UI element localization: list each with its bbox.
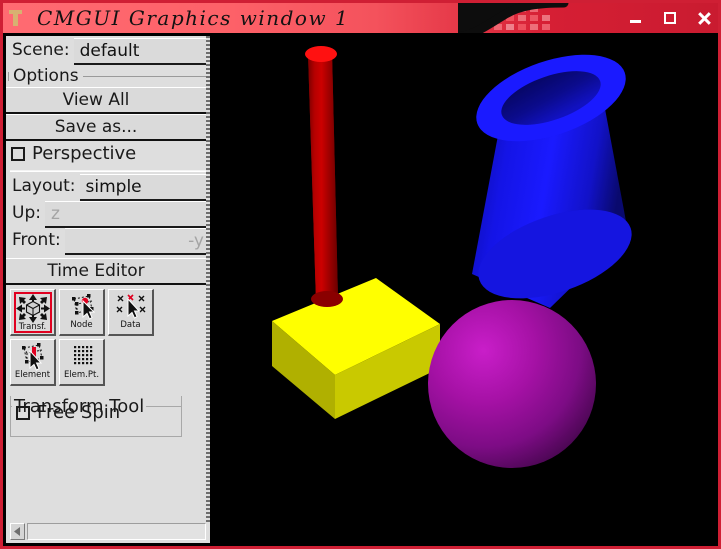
element-tool-button[interactable]: Element xyxy=(10,339,56,386)
perspective-label: Perspective xyxy=(32,143,137,164)
up-row: Up: z xyxy=(6,201,210,228)
tool-row-1: Transf. Node Data xyxy=(10,289,210,336)
node-tool-label: Node xyxy=(70,320,93,330)
graphics-canvas[interactable] xyxy=(210,36,715,543)
transform-tool-group-label: Transform Tool xyxy=(14,396,145,417)
window-title: CMGUI Graphics window 1 xyxy=(37,6,350,30)
perspective-checkbox-row[interactable]: Perspective xyxy=(6,141,210,167)
up-field[interactable]: z xyxy=(44,201,210,228)
scroll-left-arrow-icon[interactable] xyxy=(10,522,25,540)
sphere-object xyxy=(428,300,596,468)
up-label: Up: xyxy=(12,203,41,223)
transform-tool-group: Free Spin Transform Tool xyxy=(10,396,182,437)
layout-row: Layout: simple xyxy=(6,174,210,201)
control-panel: Scene: default Options View All Save as.… xyxy=(6,36,210,543)
tool-palette: Transf. Node Data Element Elem.Pt. xyxy=(6,285,210,386)
transform-icon xyxy=(15,294,50,323)
element-point-tool-button[interactable]: Elem.Pt. xyxy=(59,339,105,386)
perspective-checkbox[interactable] xyxy=(11,147,25,161)
scene-row: Scene: default xyxy=(6,36,210,65)
node-tool-button[interactable]: Node xyxy=(59,289,105,336)
time-editor-button[interactable]: Time Editor xyxy=(6,258,210,285)
view-all-button[interactable]: View All xyxy=(6,87,210,114)
transform-tool-label: Transf. xyxy=(18,322,47,332)
minimize-icon[interactable] xyxy=(628,10,644,26)
app-icon xyxy=(9,10,22,26)
tool-row-2: Element Elem.Pt. xyxy=(10,339,210,386)
element-point-grid-icon xyxy=(65,342,99,371)
transform-tool-button[interactable]: Transf. xyxy=(10,289,56,336)
title-bar: CMGUI Graphics window 1 xyxy=(3,3,718,33)
element-point-tool-label: Elem.Pt. xyxy=(63,370,100,380)
front-field[interactable]: -y xyxy=(64,228,210,255)
horizontal-scrollbar[interactable] xyxy=(6,522,210,543)
element-tool-label: Element xyxy=(14,370,51,380)
maximize-icon[interactable] xyxy=(662,10,678,26)
window-controls xyxy=(628,3,712,33)
options-group-text: Options xyxy=(13,66,79,86)
scene-field[interactable]: default xyxy=(73,38,210,65)
data-tool-label: Data xyxy=(120,320,141,330)
front-row: Front: -y xyxy=(6,228,210,255)
titlebar-decoration xyxy=(458,3,618,33)
scene-label: Scene: xyxy=(12,40,70,60)
control-panel-scroll-area: Scene: default Options View All Save as.… xyxy=(6,36,210,522)
data-cursor-icon xyxy=(114,292,148,321)
front-label: Front: xyxy=(12,230,61,250)
close-icon[interactable] xyxy=(696,10,712,26)
layout-label: Layout: xyxy=(12,176,76,196)
element-cursor-icon xyxy=(16,342,50,371)
node-cursor-icon xyxy=(65,292,99,321)
data-tool-button[interactable]: Data xyxy=(108,289,154,336)
graphics-window: CMGUI Graphics window 1 Scene: default O… xyxy=(0,0,721,549)
options-group-label: Options xyxy=(6,65,210,87)
divider-2 xyxy=(10,171,206,172)
window-body: Scene: default Options View All Save as.… xyxy=(6,36,715,543)
save-as-button[interactable]: Save as... xyxy=(6,114,210,141)
scrollbar-trough[interactable] xyxy=(27,522,206,540)
layout-field[interactable]: simple xyxy=(79,174,210,201)
